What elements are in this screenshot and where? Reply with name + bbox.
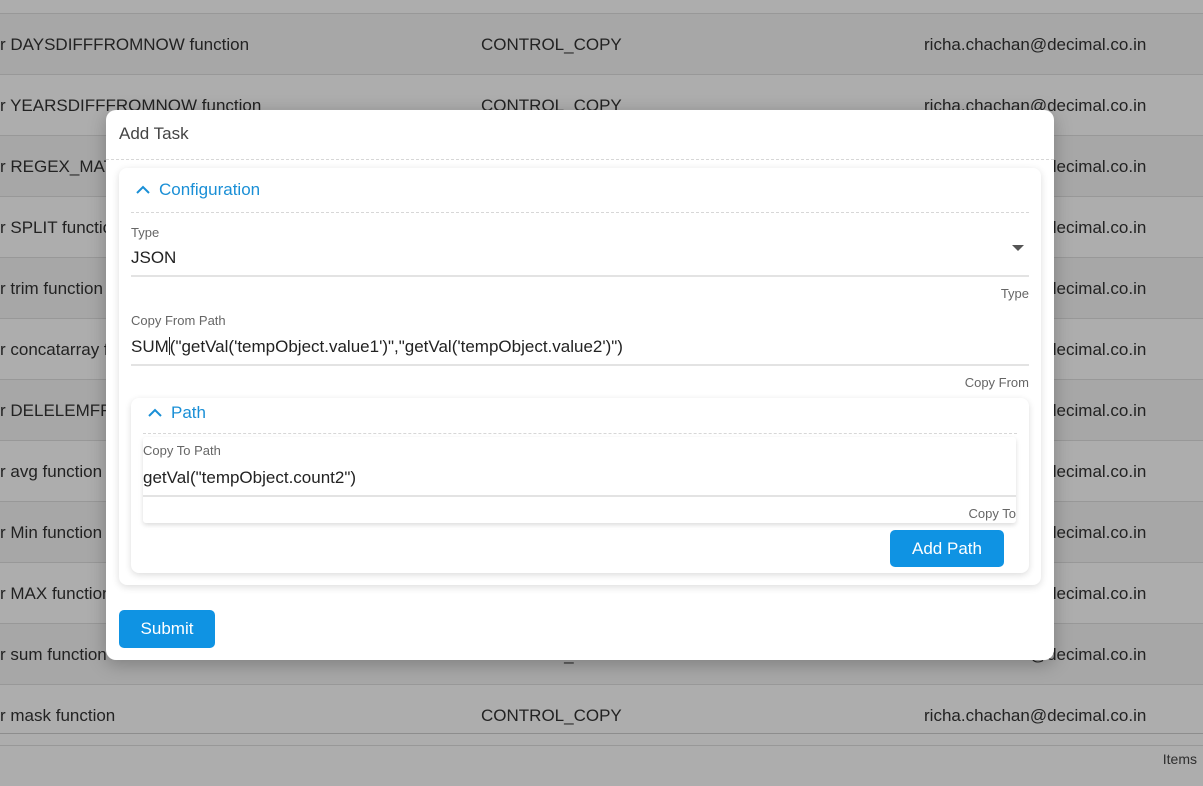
configuration-card: Configuration Type JSON Type Copy From P…	[119, 168, 1041, 585]
chevron-up-icon	[136, 185, 150, 194]
dialog-title: Add Task	[119, 124, 189, 143]
configuration-divider	[131, 212, 1029, 213]
copy-from-path-input[interactable]: SUM("getVal('tempObject.value1')","getVa…	[131, 337, 623, 357]
copy-to-path-input[interactable]: getVal("tempObject.count2")	[143, 468, 356, 488]
path-card: Path Copy To Path getVal("tempObject.cou…	[131, 398, 1029, 573]
type-label: Type	[131, 225, 160, 240]
copy-to-underline	[143, 495, 1016, 497]
type-value: JSON	[131, 248, 177, 267]
type-underline	[131, 275, 1029, 277]
copy-from-text-after-cursor: ("getVal('tempObject.value1')","getVal('…	[169, 337, 623, 356]
page: r DAYSDIFFFROMNOW function CONTROL_COPY ri…	[0, 0, 1203, 786]
add-task-dialog: Add Task Configuration Type JSON Type Co…	[106, 110, 1054, 660]
copy-from-path-label: Copy From Path	[131, 313, 226, 328]
copy-to-path-label: Copy To Path	[143, 443, 221, 458]
title-divider	[106, 159, 1054, 160]
configuration-header[interactable]: Configuration	[135, 180, 260, 200]
submit-button[interactable]: Submit	[119, 610, 215, 648]
path-header-label: Path	[171, 403, 206, 422]
copy-from-underline	[131, 364, 1029, 366]
chevron-up-icon	[148, 408, 162, 417]
copy-from-text-before-cursor: SUM	[131, 337, 169, 356]
add-path-button[interactable]: Add Path	[890, 530, 1004, 567]
dropdown-arrow-icon	[1012, 245, 1024, 251]
type-helper-text: Type	[1000, 286, 1029, 301]
path-header[interactable]: Path	[147, 403, 206, 423]
copy-from-helper-text: Copy From	[964, 375, 1029, 390]
configuration-header-label: Configuration	[159, 180, 261, 199]
copy-to-path-field: Copy To Path getVal("tempObject.count2")…	[143, 437, 1016, 523]
path-divider	[143, 433, 1017, 434]
copy-to-helper-text: Copy To	[968, 506, 1016, 521]
